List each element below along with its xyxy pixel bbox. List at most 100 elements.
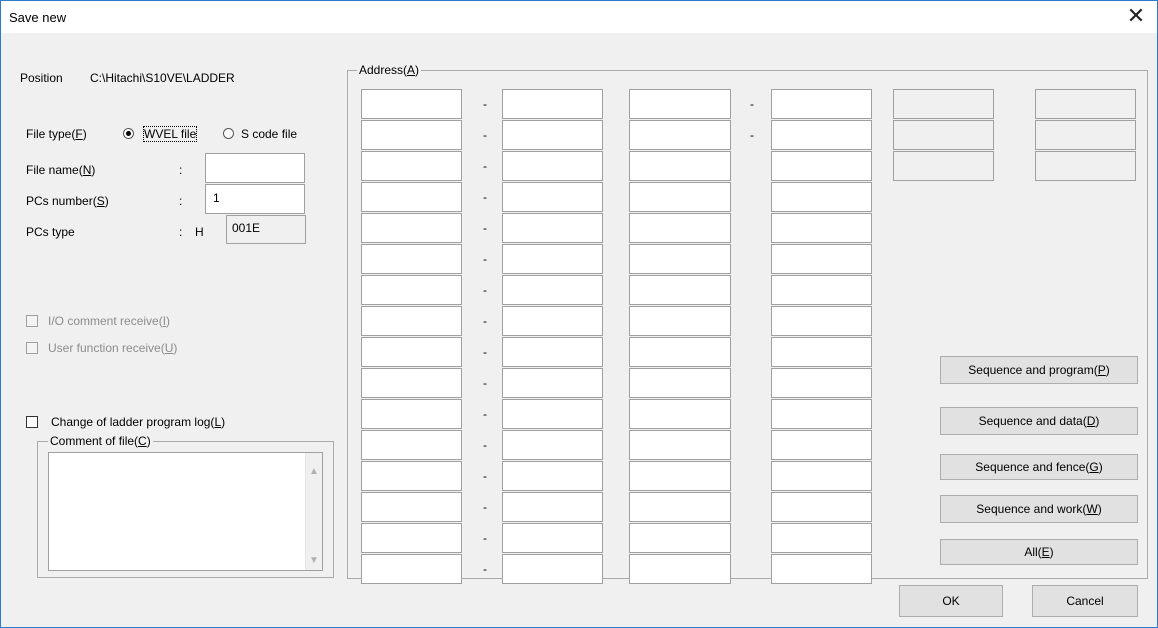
scode-file-radio[interactable]: [223, 128, 234, 139]
address-field[interactable]: [771, 244, 872, 274]
address-field[interactable]: [502, 337, 603, 367]
address-field[interactable]: [629, 523, 731, 553]
address-field[interactable]: [361, 306, 462, 336]
pcs-type-prefix: H: [195, 225, 204, 239]
address-field[interactable]: [361, 337, 462, 367]
address-field[interactable]: [629, 337, 731, 367]
pcs-type-colon: :: [179, 225, 183, 239]
pcs-number-input[interactable]: 1: [205, 184, 305, 214]
address-field[interactable]: [361, 89, 462, 119]
address-field[interactable]: [629, 461, 731, 491]
address-field[interactable]: [361, 430, 462, 460]
address-readonly-field: [1035, 151, 1136, 181]
all-button[interactable]: All(E): [940, 539, 1138, 565]
scode-file-label[interactable]: S code file: [241, 127, 297, 141]
wvel-file-radio[interactable]: [123, 128, 134, 139]
seq-fence-button[interactable]: Sequence and fence(G): [940, 454, 1138, 480]
address-field[interactable]: [629, 244, 731, 274]
address-field[interactable]: [771, 337, 872, 367]
address-field[interactable]: [629, 89, 731, 119]
address-field[interactable]: [771, 306, 872, 336]
address-field[interactable]: [771, 368, 872, 398]
address-range-dash: -: [483, 97, 487, 111]
address-field[interactable]: [502, 89, 603, 119]
address-field[interactable]: [502, 213, 603, 243]
address-field[interactable]: [771, 430, 872, 460]
close-icon[interactable]: ✕: [1123, 4, 1149, 28]
pcs-number-colon: :: [179, 194, 183, 208]
address-field[interactable]: [361, 182, 462, 212]
cancel-button[interactable]: Cancel: [1032, 585, 1138, 617]
comment-scrollbar[interactable]: ▲ ▼: [305, 453, 322, 570]
address-field[interactable]: [502, 461, 603, 491]
address-range-dash: -: [483, 562, 487, 576]
address-field[interactable]: [361, 151, 462, 181]
address-field[interactable]: [629, 492, 731, 522]
address-field[interactable]: [771, 399, 872, 429]
address-field[interactable]: [771, 182, 872, 212]
wvel-file-label[interactable]: WVEL file: [142, 126, 198, 142]
address-field[interactable]: [502, 554, 603, 584]
ok-button[interactable]: OK: [899, 585, 1003, 617]
address-range-dash: -: [483, 376, 487, 390]
address-field[interactable]: [771, 523, 872, 553]
address-field[interactable]: [361, 554, 462, 584]
file-type-label: File type(F): [26, 127, 87, 141]
address-field[interactable]: [502, 430, 603, 460]
address-field[interactable]: [502, 492, 603, 522]
comment-textarea[interactable]: ▲ ▼: [48, 452, 323, 571]
address-field[interactable]: [629, 182, 731, 212]
address-field[interactable]: [361, 120, 462, 150]
address-readonly-field: [893, 89, 994, 119]
address-field[interactable]: [361, 523, 462, 553]
title-bar: Save new ✕: [1, 1, 1157, 33]
address-field[interactable]: [361, 399, 462, 429]
address-field[interactable]: [502, 523, 603, 553]
address-field[interactable]: [502, 399, 603, 429]
address-field[interactable]: [629, 368, 731, 398]
seq-data-button[interactable]: Sequence and data(D): [940, 407, 1138, 435]
address-readonly-field: [893, 120, 994, 150]
address-field[interactable]: [629, 399, 731, 429]
address-field[interactable]: [361, 275, 462, 305]
address-field[interactable]: [502, 182, 603, 212]
address-field[interactable]: [771, 151, 872, 181]
pcs-number-label: PCs number(S): [26, 194, 109, 208]
address-field[interactable]: [771, 461, 872, 491]
address-field[interactable]: [629, 151, 731, 181]
file-name-input[interactable]: [205, 153, 305, 183]
address-field[interactable]: [771, 554, 872, 584]
seq-program-button[interactable]: Sequence and program(P): [940, 356, 1138, 384]
address-field[interactable]: [502, 306, 603, 336]
change-log-checkbox[interactable]: [26, 416, 38, 428]
address-field[interactable]: [361, 244, 462, 274]
address-field[interactable]: [361, 492, 462, 522]
address-field[interactable]: [771, 213, 872, 243]
address-field[interactable]: [502, 368, 603, 398]
scroll-up-icon[interactable]: ▲: [306, 466, 322, 477]
pcs-type-field: 001E: [226, 215, 306, 244]
address-field[interactable]: [361, 461, 462, 491]
address-field[interactable]: [629, 213, 731, 243]
address-field[interactable]: [502, 244, 603, 274]
address-range-dash: -: [483, 128, 487, 142]
address-field[interactable]: [502, 275, 603, 305]
address-field[interactable]: [771, 89, 872, 119]
seq-work-button[interactable]: Sequence and work(W): [940, 495, 1138, 523]
address-field[interactable]: [629, 554, 731, 584]
scroll-down-icon[interactable]: ▼: [306, 555, 322, 566]
address-field[interactable]: [771, 275, 872, 305]
address-field[interactable]: [629, 120, 731, 150]
address-field[interactable]: [502, 151, 603, 181]
address-field[interactable]: [771, 120, 872, 150]
address-field[interactable]: [361, 213, 462, 243]
change-log-label[interactable]: Change of ladder program log(L): [51, 415, 225, 429]
address-range-dash: -: [483, 500, 487, 514]
address-field[interactable]: [629, 275, 731, 305]
address-field[interactable]: [629, 430, 731, 460]
address-field[interactable]: [361, 368, 462, 398]
address-field[interactable]: [771, 492, 872, 522]
address-field[interactable]: [502, 120, 603, 150]
address-field[interactable]: [629, 306, 731, 336]
address-group-label: Address(A): [357, 63, 422, 77]
